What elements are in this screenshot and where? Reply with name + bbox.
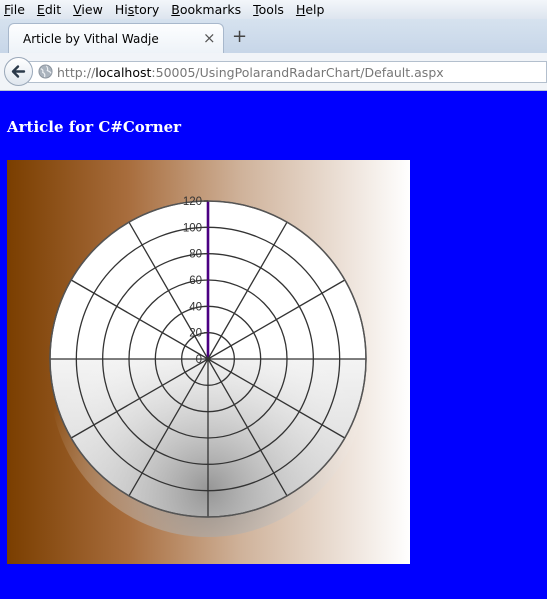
url-bar[interactable]: http://localhost:50005/UsingPolarandRada… <box>28 61 547 83</box>
radial-tick-label: 40 <box>189 301 202 313</box>
menu-history[interactable]: History <box>115 2 159 17</box>
url-host: localhost <box>95 65 152 80</box>
back-arrow-icon <box>11 65 26 78</box>
radial-tick-label: 20 <box>189 328 202 340</box>
menu-accelerator: H <box>295 2 306 17</box>
radial-tick-label: 80 <box>189 249 202 261</box>
radial-tick-label: 100 <box>183 222 202 234</box>
menu-file[interactable]: File <box>4 2 25 17</box>
menu-accelerator: E <box>36 2 45 17</box>
menu-label-rest: tory <box>134 2 160 17</box>
menu-label-pre: Hi <box>114 2 128 17</box>
tab-title: Article by Vithal Wadje <box>23 32 159 46</box>
radial-tick-label: 0 <box>196 354 202 366</box>
page-heading: Article for C#Corner <box>7 118 182 136</box>
url-text: http://localhost:50005/UsingPolarandRada… <box>57 65 444 80</box>
polar-chart: 0 20 40 60 80 100 120 <box>49 196 367 537</box>
menu-label-rest: elp <box>305 2 325 17</box>
close-tab-icon[interactable]: × <box>203 29 216 47</box>
url-prefix: http:// <box>57 65 96 80</box>
tab-strip: Article by Vithal Wadje × + <box>0 19 547 53</box>
radial-tick-label: 60 <box>189 275 202 287</box>
menu-label-rest: iew <box>81 2 103 17</box>
menu-tools[interactable]: Tools <box>253 2 284 17</box>
navigation-bar: http://localhost:50005/UsingPolarandRada… <box>0 53 547 91</box>
menu-label-rest: dit <box>44 2 62 17</box>
menu-label-rest: ools <box>258 2 284 17</box>
menu-label-rest: ile <box>10 2 25 17</box>
menu-bar: File Edit View History Bookmarks Tools Help <box>0 0 547 19</box>
tab-article[interactable]: Article by Vithal Wadje × <box>8 23 224 53</box>
menu-label-rest: ookmarks <box>179 2 242 17</box>
menu-bookmarks[interactable]: Bookmarks <box>171 2 241 17</box>
polar-chart-panel: 0 20 40 60 80 100 120 <box>7 160 410 564</box>
new-tab-icon[interactable]: + <box>232 26 247 47</box>
menu-edit[interactable]: Edit <box>37 2 61 17</box>
globe-icon <box>38 64 53 79</box>
back-button[interactable] <box>4 57 33 86</box>
menu-accelerator: B <box>171 2 180 17</box>
menu-view[interactable]: View <box>73 2 103 17</box>
radial-tick-label: 120 <box>183 196 202 208</box>
url-path: :50005/UsingPolarandRadarChart/Default.a… <box>151 65 444 80</box>
menu-help[interactable]: Help <box>296 2 325 17</box>
